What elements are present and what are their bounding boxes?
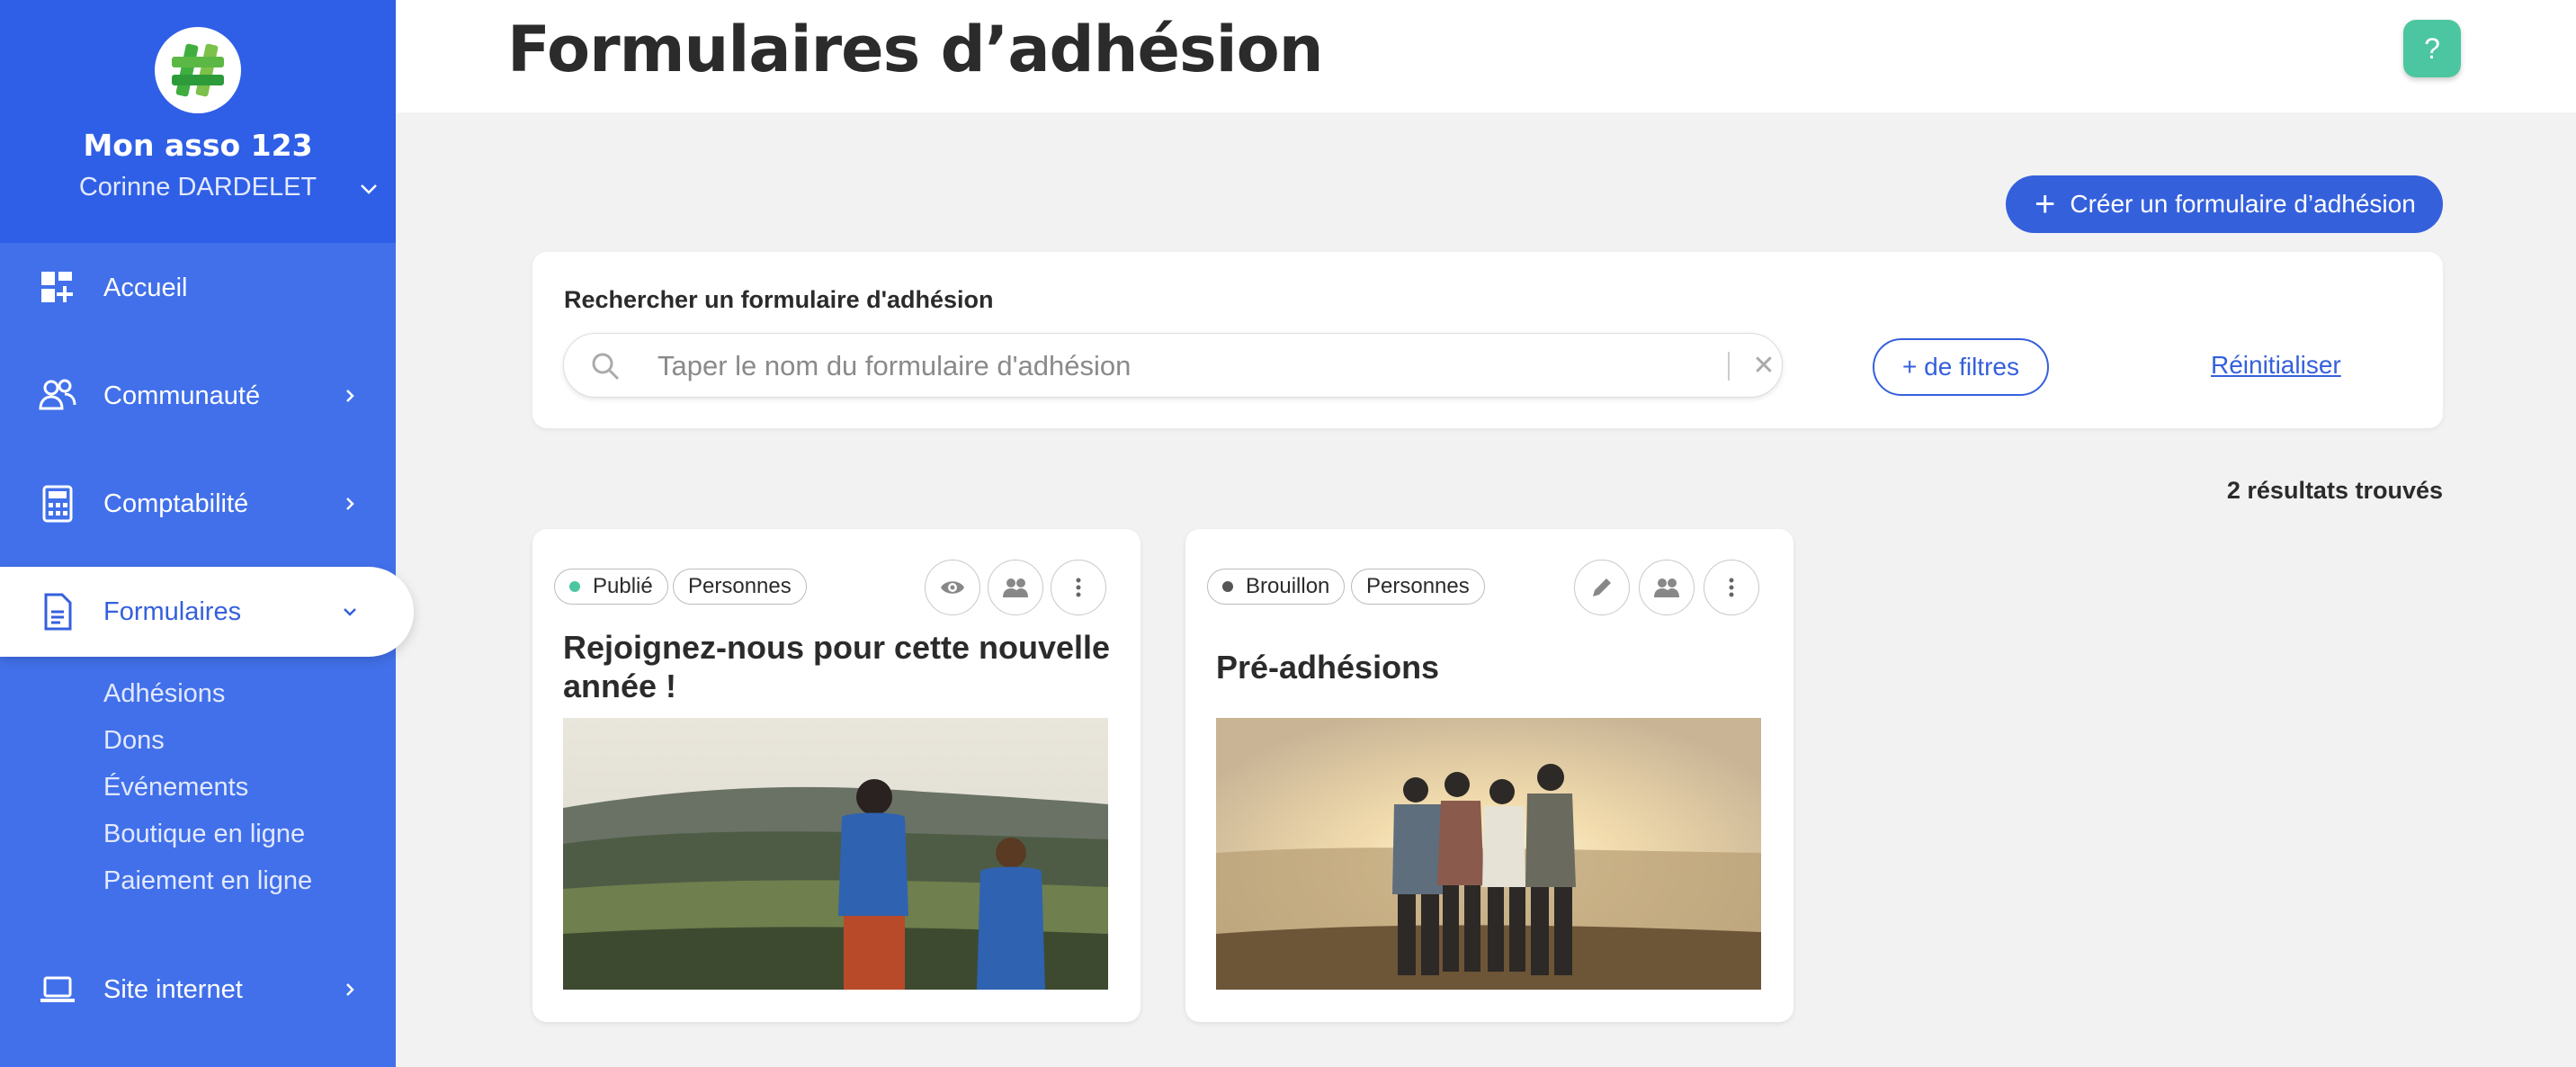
sunset-group-image [1216,718,1761,990]
org-name: Mon asso 123 [83,128,313,163]
status-dot [1222,581,1233,592]
hash-logo-icon [172,43,224,97]
pencil-icon [1593,578,1611,596]
more-vertical-icon [1076,578,1081,597]
create-form-button[interactable]: + Créer un formulaire d’adhésion [2006,175,2443,233]
document-icon [44,593,72,631]
top-bar: Formulaires d’adhésion ? [396,0,2576,112]
audience-label: Personnes [688,574,792,598]
nav-item-formulaires[interactable]: Formulaires [0,567,414,657]
calculator-icon [42,485,73,523]
clear-icon[interactable]: ✕ [1748,350,1780,382]
chevron-down-icon [344,608,356,616]
status-badge: Brouillon [1207,569,1346,605]
subnav-paiement[interactable]: Paiement en ligne [103,857,312,904]
audience-badge: Personnes [673,569,807,605]
page-title: Formulaires d’adhésion [507,13,1324,86]
search-box[interactable]: ✕ [563,333,1783,398]
status-dot [569,581,580,592]
card-title: Rejoignez-nous pour cette nouvelle année… [563,629,1111,704]
user-name: Corinne DARDELET [78,173,318,202]
more-options-button[interactable] [1704,560,1759,615]
subnav-evenements[interactable]: Événements [103,764,312,811]
preview-button[interactable] [925,560,980,615]
people-icon [39,379,76,410]
subnav-adhesions[interactable]: Adhésions [103,670,312,717]
plus-icon: + [2035,184,2056,224]
nav-item-communaute[interactable]: Communauté [0,351,396,441]
form-card[interactable]: Publié Personnes Rejoignez-nous pour cet… [532,529,1140,1022]
more-vertical-icon [1729,578,1734,597]
edit-button[interactable] [1574,560,1630,615]
card-image [563,718,1108,990]
members-button[interactable] [1639,560,1695,615]
chevron-down-icon[interactable] [358,178,380,200]
nav-label: Formulaires [103,596,242,626]
nav-item-site-internet[interactable]: Site internet [0,945,396,1035]
reset-link[interactable]: Réinitialiser [2211,351,2341,380]
results-count: 2 résultats trouvés [2226,477,2443,504]
landscape-image [563,718,1108,990]
help-button[interactable]: ? [2403,20,2461,77]
nav-label: Communauté [103,381,261,410]
dashboard-icon [41,272,73,302]
sidebar: Mon asso 123 Corinne DARDELET Accueil Co… [0,0,414,1067]
search-panel: Rechercher un formulaire d'adhésion ✕ + … [532,252,2443,428]
members-button[interactable] [988,560,1043,615]
people-icon [1003,578,1028,597]
chevron-right-icon [346,390,354,402]
laptop-icon [40,976,75,1002]
search-label: Rechercher un formulaire d'adhésion [564,286,994,313]
nav-label: Accueil [103,273,188,302]
more-options-button[interactable] [1051,560,1106,615]
org-header[interactable]: Mon asso 123 Corinne DARDELET [0,0,396,243]
form-card[interactable]: Brouillon Personnes Pré-adhésions [1185,529,1793,1022]
status-badge: Publié [554,569,668,605]
search-icon [592,353,620,381]
nav-item-comptabilite[interactable]: Comptabilité [0,459,396,549]
more-filters-button[interactable]: + de filtres [1873,338,2049,396]
search-input[interactable] [657,346,1647,386]
audience-badge: Personnes [1351,569,1485,605]
chevron-right-icon [346,983,354,996]
audience-label: Personnes [1366,574,1470,598]
nav-label: Site internet [103,974,243,1004]
org-logo [155,27,241,113]
search-separator [1728,352,1730,381]
eye-icon [941,581,964,594]
status-label: Publié [593,574,653,598]
nav-label: Comptabilité [103,489,249,518]
create-form-label: Créer un formulaire d’adhésion [2070,190,2416,218]
status-label: Brouillon [1246,574,1330,598]
forms-subnav: Adhésions Dons Événements Boutique en li… [103,670,312,904]
nav-item-accueil[interactable]: Accueil [0,243,396,333]
subnav-boutique[interactable]: Boutique en ligne [103,811,312,857]
subnav-dons[interactable]: Dons [103,717,312,764]
card-title: Pré-adhésions [1216,649,1440,686]
people-icon [1654,578,1679,597]
chevron-right-icon [346,498,354,510]
card-image [1216,718,1761,990]
